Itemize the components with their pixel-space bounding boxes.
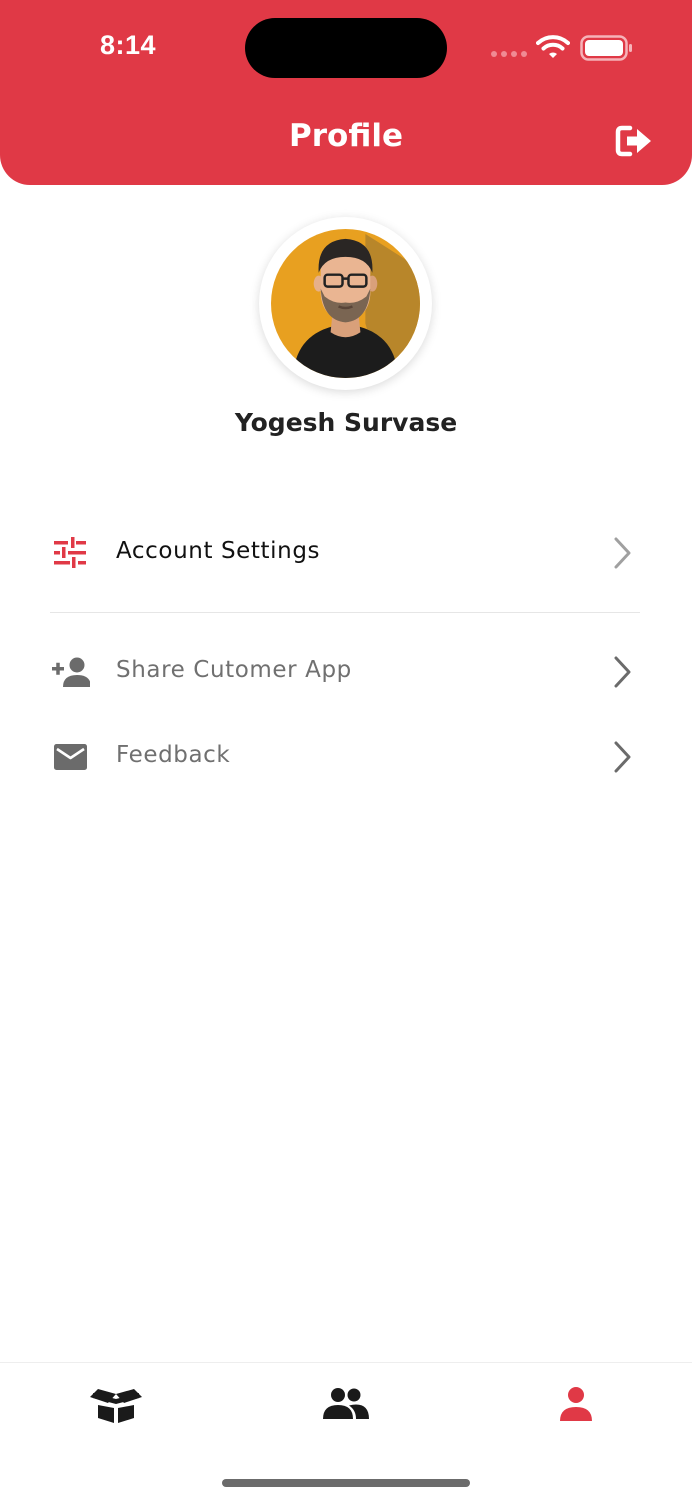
app-header: 8:14 Profile [0, 0, 692, 185]
feedback-item[interactable]: Feedback [50, 722, 640, 792]
cellular-signal-icon [491, 51, 527, 57]
account-settings-item[interactable]: Account Settings [50, 518, 640, 588]
page-title: Profile [289, 118, 403, 154]
tune-icon [54, 537, 86, 568]
mail-icon [54, 744, 87, 770]
logout-icon[interactable] [614, 124, 654, 158]
status-time: 8:14 [100, 30, 157, 60]
battery-icon [580, 35, 632, 61]
account-settings-label: Account Settings [116, 538, 321, 564]
avatar [271, 229, 420, 378]
avatar-frame [259, 217, 432, 390]
box-icon[interactable] [86, 1383, 146, 1427]
user-name: Yogesh Survase [234, 408, 458, 437]
menu-divider [50, 612, 640, 613]
person-icon[interactable] [546, 1383, 606, 1427]
chevron-right-icon [614, 656, 631, 688]
share-customer-app-label: Share Cutomer App [116, 657, 352, 683]
share-customer-app-item[interactable]: Share Cutomer App [50, 637, 640, 707]
person-add-icon [52, 657, 90, 687]
chevron-right-icon [614, 537, 631, 569]
people-icon[interactable] [316, 1383, 376, 1427]
bottom-navigation [0, 1362, 692, 1500]
feedback-label: Feedback [116, 742, 231, 768]
dynamic-island [245, 18, 447, 78]
home-indicator [222, 1479, 470, 1487]
wifi-icon [536, 35, 570, 58]
chevron-right-icon [614, 741, 631, 773]
